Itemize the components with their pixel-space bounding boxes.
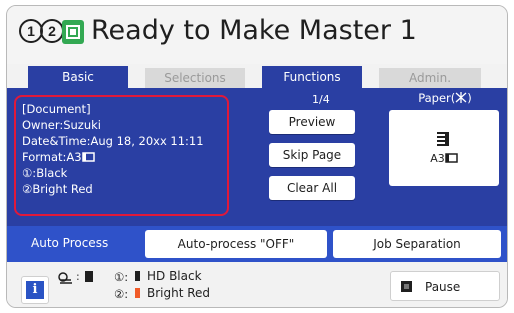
preview-button[interactable]: Preview (269, 110, 355, 134)
auto-process-label: Auto Process (31, 236, 109, 250)
auto-process-row: Auto Process Auto-process "OFF" Job Sepa… (7, 226, 507, 262)
page-title: Ready to Make Master 1 (91, 15, 417, 46)
document-datetime: Date&Time:Aug 18, 20xx 11:11 (22, 134, 204, 148)
tab-functions[interactable]: Functions (262, 66, 362, 88)
master-making-icon (62, 20, 84, 44)
ink-1-swatch (135, 271, 140, 281)
skip-page-button[interactable]: Skip Page (269, 143, 355, 167)
ink-2-marker: ② (22, 182, 33, 196)
drum-icon (58, 272, 72, 284)
ink-2-swatch (135, 288, 140, 298)
clear-all-button[interactable]: Clear All (269, 176, 355, 200)
control-panel-screen: 1 2 Ready to Make Master 1 Basic Selecti… (6, 5, 508, 308)
auto-process-toggle-button[interactable]: Auto-process "OFF" (145, 230, 327, 258)
ink-1-number: ①: (114, 270, 129, 284)
pause-icon (401, 281, 412, 292)
document-info-box: [Document] Owner:Suzuki Date&Time:Aug 18… (14, 95, 229, 216)
paper-label: Paper() (395, 91, 495, 105)
document-ink-1: ①:Black (22, 166, 67, 180)
document-format: Format:A3 (22, 150, 95, 164)
landscape-page-icon (81, 152, 95, 162)
ink-1-name: Black (36, 166, 68, 180)
drum-ink-icon (85, 271, 93, 282)
info-icon: i (26, 281, 44, 299)
drum-colon: : (76, 270, 80, 283)
paper-button[interactable]: A3 (389, 110, 499, 186)
tab-selections[interactable]: Selections (145, 68, 245, 88)
main-area: [Document] Owner:Suzuki Date&Time:Aug 18… (7, 88, 507, 226)
paper-label-text: Paper( (418, 91, 456, 105)
document-format-text: Format:A3 (22, 150, 82, 164)
tab-admin[interactable]: Admin. (379, 68, 481, 88)
auto-select-icon (455, 92, 467, 103)
document-owner: Owner:Suzuki (22, 118, 101, 132)
tab-basic[interactable]: Basic (28, 66, 128, 88)
paper-size: A3 (389, 152, 499, 165)
drum-2-indicator: 2 (40, 19, 64, 43)
document-ink-2: ②Bright Red (22, 182, 93, 196)
status-bar: i : ①: HD Black ②: Bright Red Pause (7, 262, 507, 307)
paper-size-text: A3 (430, 152, 445, 165)
ink-2-name: Bright Red (32, 182, 93, 196)
document-heading: [Document] (22, 102, 91, 116)
page-counter: 1/4 (312, 93, 330, 106)
header: 1 2 Ready to Make Master 1 (7, 6, 507, 64)
ink-2-label: Bright Red (147, 286, 211, 300)
paper-stack-icon (437, 132, 449, 146)
job-separation-button[interactable]: Job Separation (333, 230, 501, 258)
pause-button[interactable]: Pause (390, 271, 500, 301)
info-button[interactable]: i (21, 276, 49, 304)
pause-label: Pause (425, 280, 461, 294)
ink-1-marker: ①: (22, 166, 37, 180)
paper-label-suffix: ) (467, 91, 472, 105)
landscape-page-icon (445, 153, 458, 163)
ink-2-number: ②: (114, 287, 129, 301)
ink-1-label: HD Black (147, 269, 202, 283)
